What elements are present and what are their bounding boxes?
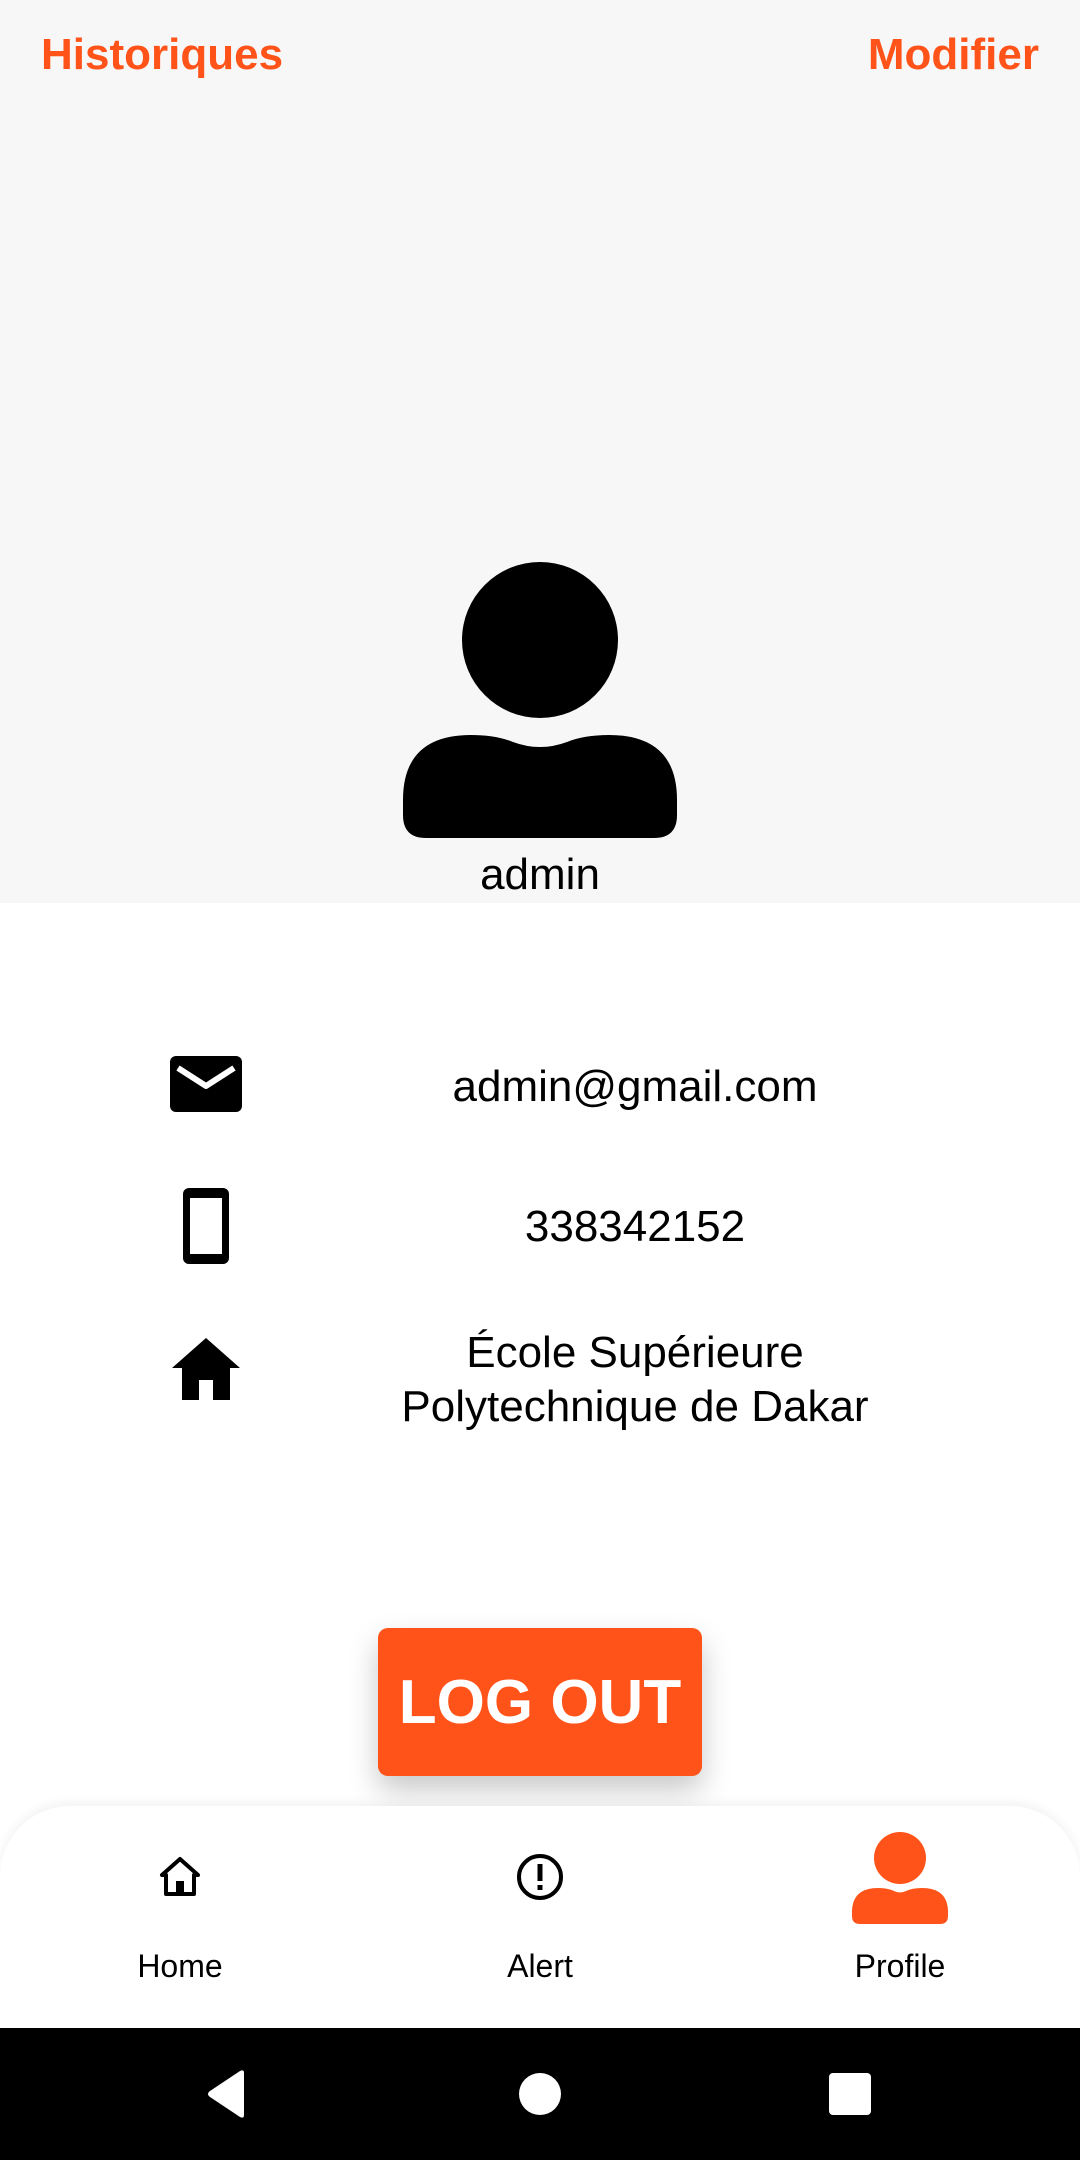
- home-outline-icon: [0, 1854, 360, 1900]
- nav-item-alert[interactable]: Alert: [360, 1806, 720, 2028]
- phone-row: 338342152: [0, 1182, 1080, 1272]
- mail-icon: [166, 1056, 246, 1136]
- person-icon: [720, 1828, 1080, 1928]
- email-value: admin@gmail.com: [452, 1062, 818, 1111]
- phone-value: 338342152: [524, 1202, 746, 1251]
- address-line2: Polytechnique de Dakar: [401, 1382, 869, 1431]
- modifier-link[interactable]: Modifier: [868, 30, 1039, 80]
- recents-square-icon[interactable]: [790, 2028, 910, 2160]
- address-value: École Supérieure Polytechnique de Dakar: [330, 1326, 940, 1434]
- home-icon: [166, 1334, 246, 1414]
- historiques-link[interactable]: Historiques: [41, 30, 283, 80]
- system-navigation-bar: [0, 2028, 1080, 2160]
- bottom-navigation: Home Alert Profile: [0, 1806, 1080, 2028]
- address-line1: École Supérieure: [466, 1328, 804, 1377]
- alert-circle-icon: [360, 1852, 720, 1902]
- nav-label-home: Home: [137, 1948, 223, 1984]
- nav-item-home[interactable]: Home: [0, 1806, 360, 2028]
- nav-label-profile: Profile: [854, 1948, 946, 1984]
- email-row: admin@gmail.com: [0, 1046, 1080, 1126]
- back-icon[interactable]: [166, 2028, 286, 2160]
- profile-screen: Historiques Modifier admin admin@gmail.c…: [0, 0, 1080, 2160]
- username-label: admin: [480, 850, 600, 899]
- address-row: École Supérieure Polytechnique de Dakar: [0, 1326, 1080, 1446]
- home-circle-icon[interactable]: [480, 2028, 600, 2160]
- phone-icon: [166, 1186, 246, 1266]
- logout-button[interactable]: LOG OUT: [378, 1628, 702, 1776]
- profile-header: Historiques Modifier admin: [0, 0, 1080, 903]
- avatar-person-icon: [401, 560, 679, 838]
- nav-item-profile[interactable]: Profile: [720, 1806, 1080, 2028]
- nav-label-alert: Alert: [507, 1948, 573, 1984]
